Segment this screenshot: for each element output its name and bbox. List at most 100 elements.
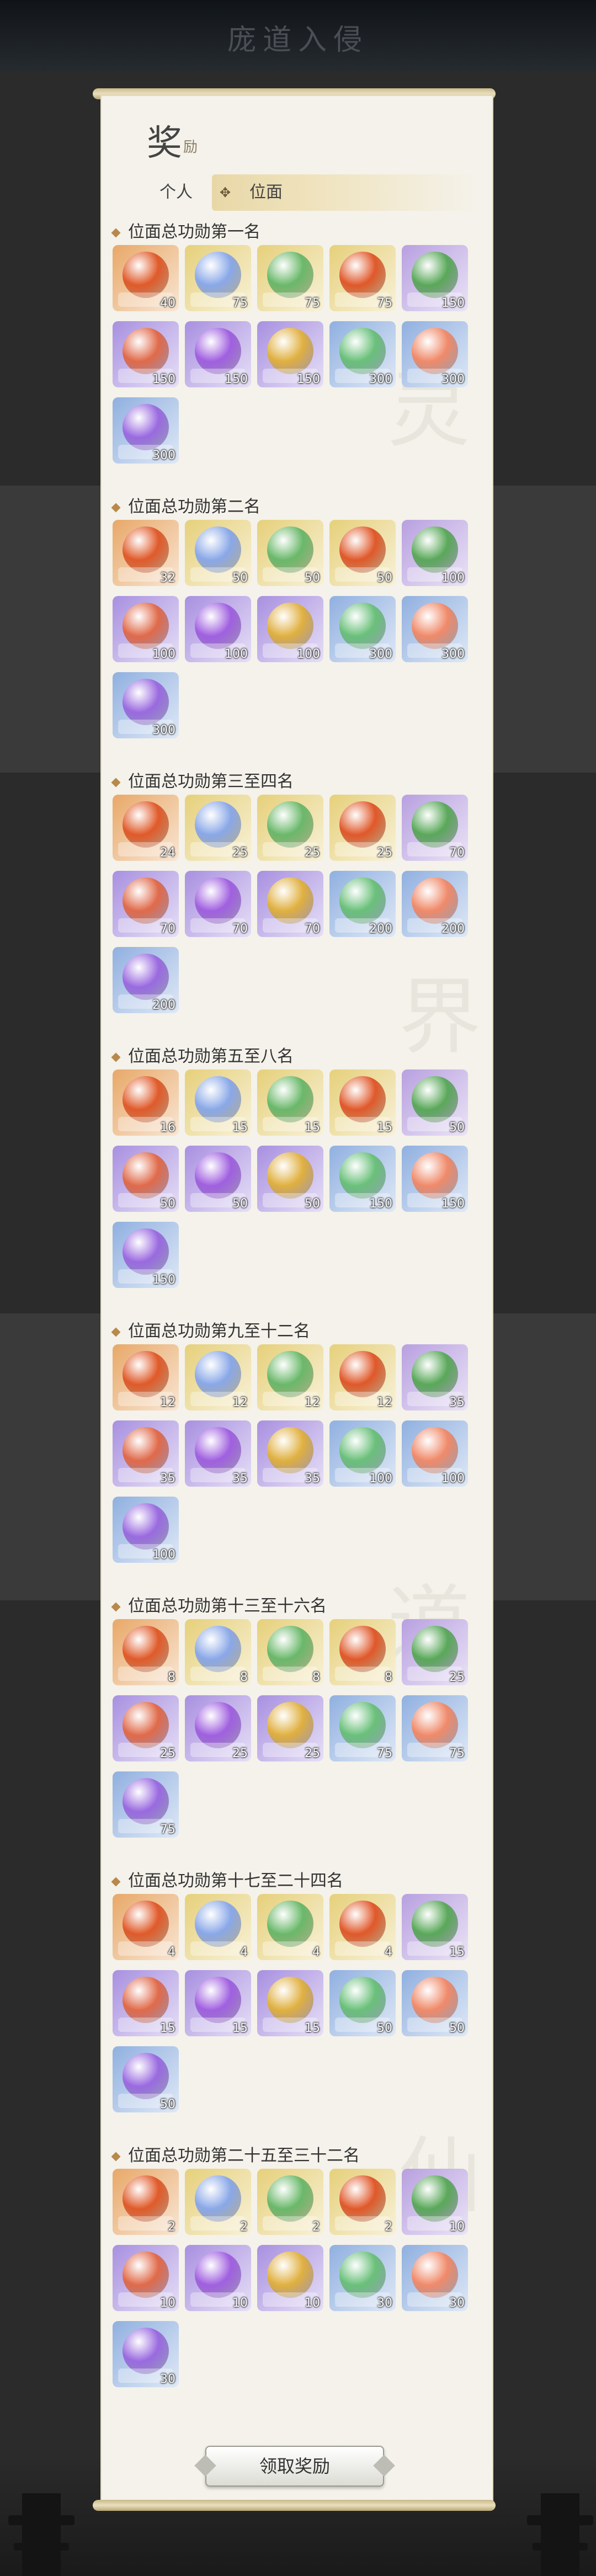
reward-item[interactable]: 100 <box>329 1420 396 1487</box>
reward-item[interactable]: 30 <box>329 2245 396 2311</box>
reward-item[interactable]: 8 <box>257 1619 323 1685</box>
reward-item[interactable]: 70 <box>113 871 179 937</box>
reward-item[interactable]: 15 <box>402 1894 468 1960</box>
reward-item[interactable]: 8 <box>329 1619 396 1685</box>
reward-item[interactable]: 200 <box>329 871 396 937</box>
reward-item[interactable]: 50 <box>257 1146 323 1212</box>
reward-item[interactable]: 15 <box>185 1970 251 2036</box>
green-gem-chest-icon <box>412 1901 458 1947</box>
reward-item[interactable]: 25 <box>113 1695 179 1761</box>
reward-item[interactable]: 75 <box>329 1695 396 1761</box>
reward-item[interactable]: 25 <box>329 795 396 861</box>
reward-item[interactable]: 4 <box>113 1894 179 1960</box>
reward-item[interactable]: 200 <box>402 871 468 937</box>
item-count: 150 <box>297 372 320 386</box>
reward-item[interactable]: 100 <box>113 596 179 662</box>
reward-item[interactable]: 150 <box>329 1146 396 1212</box>
reward-item[interactable]: 16 <box>113 1069 179 1136</box>
reward-item[interactable]: 30 <box>113 2321 179 2387</box>
reward-item[interactable]: 300 <box>402 596 468 662</box>
reward-item[interactable]: 25 <box>257 1695 323 1761</box>
reward-item[interactable]: 100 <box>113 1497 179 1563</box>
reward-item[interactable]: 50 <box>113 2046 179 2112</box>
reward-item[interactable]: 10 <box>113 2245 179 2311</box>
reward-item[interactable]: 12 <box>113 1344 179 1411</box>
reward-item[interactable]: 100 <box>402 1420 468 1487</box>
reward-item[interactable]: 10 <box>402 2169 468 2235</box>
reward-item[interactable]: 70 <box>402 795 468 861</box>
reward-item[interactable]: 25 <box>257 795 323 861</box>
reward-item[interactable]: 75 <box>402 1695 468 1761</box>
green-orb-lotus-icon <box>339 603 386 649</box>
reward-item[interactable]: 50 <box>402 1970 468 2036</box>
reward-item[interactable]: 100 <box>185 596 251 662</box>
reward-item[interactable]: 15 <box>257 1970 323 2036</box>
reward-item[interactable]: 70 <box>185 871 251 937</box>
reward-item[interactable]: 75 <box>185 245 251 311</box>
claim-reward-button[interactable]: 领取奖励 <box>205 2446 384 2487</box>
reward-item[interactable]: 150 <box>113 1222 179 1288</box>
reward-item[interactable]: 4 <box>329 1894 396 1960</box>
reward-item[interactable]: 150 <box>113 321 179 387</box>
reward-item[interactable]: 2 <box>329 2169 396 2235</box>
item-count: 30 <box>449 2296 465 2310</box>
reward-item[interactable]: 75 <box>113 1771 179 1838</box>
reward-item[interactable]: 4 <box>185 1894 251 1960</box>
reward-item[interactable]: 15 <box>329 1069 396 1136</box>
reward-item[interactable]: 32 <box>113 520 179 586</box>
reward-item[interactable]: 10 <box>257 2245 323 2311</box>
reward-item[interactable]: 25 <box>185 1695 251 1761</box>
reward-item[interactable]: 300 <box>113 672 179 738</box>
reward-item[interactable]: 30 <box>402 2245 468 2311</box>
reward-item[interactable]: 35 <box>185 1420 251 1487</box>
reward-item[interactable]: 50 <box>185 520 251 586</box>
reward-item[interactable]: 300 <box>402 321 468 387</box>
reward-item[interactable]: 300 <box>113 397 179 464</box>
reward-item[interactable]: 50 <box>185 1146 251 1212</box>
reward-item[interactable]: 35 <box>113 1420 179 1487</box>
reward-item[interactable]: 40 <box>113 245 179 311</box>
reward-item[interactable]: 2 <box>113 2169 179 2235</box>
reward-item[interactable]: 300 <box>329 321 396 387</box>
reward-item[interactable]: 75 <box>329 245 396 311</box>
reward-item[interactable]: 15 <box>113 1970 179 2036</box>
reward-item[interactable]: 50 <box>113 1146 179 1212</box>
reward-item[interactable]: 50 <box>402 1069 468 1136</box>
reward-item[interactable]: 12 <box>329 1344 396 1411</box>
item-count: 4 <box>168 1945 175 1959</box>
reward-item[interactable]: 12 <box>257 1344 323 1411</box>
reward-item[interactable]: 300 <box>329 596 396 662</box>
reward-item[interactable]: 150 <box>257 321 323 387</box>
tab-personal[interactable]: 个人 <box>140 174 212 211</box>
reward-item[interactable]: 50 <box>257 520 323 586</box>
reward-item[interactable]: 50 <box>329 1970 396 2036</box>
reward-item[interactable]: 150 <box>402 1146 468 1212</box>
reward-item[interactable]: 150 <box>185 321 251 387</box>
reward-item[interactable]: 100 <box>257 596 323 662</box>
reward-item[interactable]: 35 <box>402 1344 468 1411</box>
tab-server[interactable]: ✥ 位面 <box>212 174 477 211</box>
reward-item[interactable]: 2 <box>257 2169 323 2235</box>
reward-item[interactable]: 50 <box>329 520 396 586</box>
item-count: 16 <box>160 1121 175 1135</box>
reward-item[interactable]: 2 <box>185 2169 251 2235</box>
reward-item[interactable]: 35 <box>257 1420 323 1487</box>
reward-item[interactable]: 8 <box>185 1619 251 1685</box>
reward-item[interactable]: 75 <box>257 245 323 311</box>
reward-item[interactable]: 100 <box>402 520 468 586</box>
red-gem-chest-icon <box>123 603 169 649</box>
reward-item[interactable]: 70 <box>257 871 323 937</box>
reward-item[interactable]: 200 <box>113 947 179 1013</box>
reward-item[interactable]: 150 <box>402 245 468 311</box>
reward-item[interactable]: 15 <box>185 1069 251 1136</box>
reward-item[interactable]: 4 <box>257 1894 323 1960</box>
item-count: 50 <box>305 571 320 585</box>
reward-item[interactable]: 25 <box>402 1619 468 1685</box>
reward-item[interactable]: 25 <box>185 795 251 861</box>
reward-item[interactable]: 15 <box>257 1069 323 1136</box>
reward-item[interactable]: 12 <box>185 1344 251 1411</box>
reward-item[interactable]: 24 <box>113 795 179 861</box>
reward-item[interactable]: 10 <box>185 2245 251 2311</box>
item-count: 12 <box>377 1396 392 1409</box>
reward-item[interactable]: 8 <box>113 1619 179 1685</box>
